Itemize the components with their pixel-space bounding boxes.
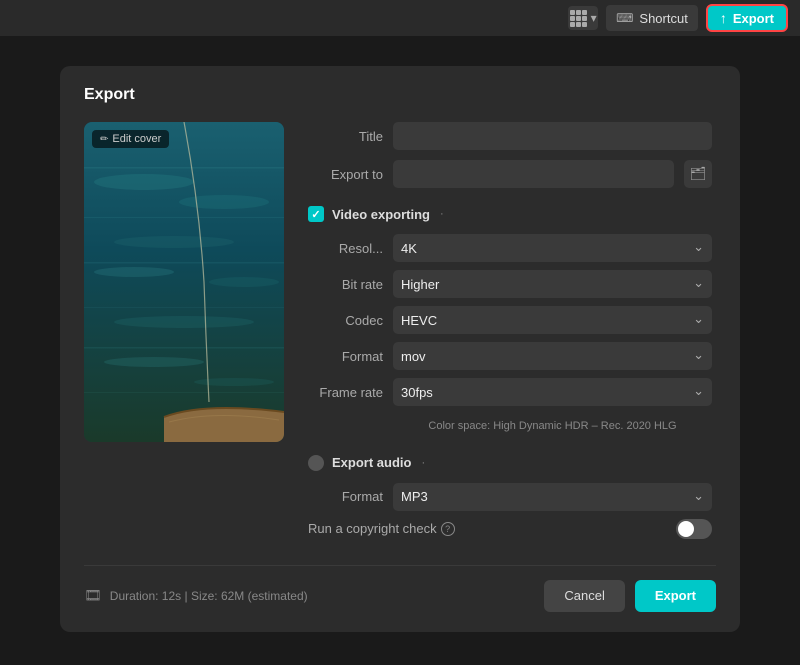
export-top-label: Export: [733, 11, 774, 26]
resolution-label: Resol...: [308, 241, 383, 256]
top-bar: ▾ ⌨ Shortcut ↑ Export: [0, 0, 800, 36]
export-to-label: Export to: [308, 167, 383, 182]
export-audio-section: Export audio ·: [308, 455, 712, 471]
framerate-label: Frame rate: [308, 385, 383, 400]
export-audio-toggle-circle[interactable]: [308, 455, 324, 471]
export-to-input[interactable]: [393, 160, 674, 188]
upload-icon: ↑: [720, 10, 727, 26]
codec-select[interactable]: HEVC: [393, 306, 712, 334]
pencil-icon: ✏: [100, 134, 108, 145]
color-space-text: Color space: High Dynamic HDR – Rec. 202…: [393, 418, 712, 435]
dialog-title: Export: [84, 86, 716, 104]
copyright-row: Run a copyright check ?: [308, 519, 712, 539]
video-exporting-label: Video exporting: [332, 207, 430, 222]
format-row: Format mov: [308, 342, 712, 370]
thumbnail-image: [84, 122, 284, 442]
export-audio-label: Export audio: [332, 455, 411, 470]
format-label: Format: [308, 349, 383, 364]
codec-label: Codec: [308, 313, 383, 328]
toggle-knob: [678, 521, 694, 537]
resolution-row: Resol... 4K: [308, 234, 712, 262]
export-dialog: Export ✏ Edit cover: [60, 66, 740, 632]
copyright-info-icon[interactable]: ?: [441, 522, 455, 536]
duration-info: 🎞 Duration: 12s | Size: 62M (estimated): [84, 587, 308, 604]
grid-view-button[interactable]: ▾: [568, 6, 598, 30]
codec-row: Codec HEVC: [308, 306, 712, 334]
audio-format-dropdown-wrapper: MP3: [393, 483, 712, 511]
dialog-body: ✏ Edit cover: [84, 122, 716, 547]
checkmark-icon: ✓: [311, 208, 320, 221]
video-exporting-section: ✓ Video exporting ·: [308, 206, 712, 222]
format-dropdown-wrapper: mov: [393, 342, 712, 370]
video-exporting-checkbox[interactable]: ✓: [308, 206, 324, 222]
thumbnail-container: ✏ Edit cover: [84, 122, 284, 442]
title-input[interactable]: [393, 122, 712, 150]
shortcut-label: Shortcut: [639, 11, 687, 26]
audio-format-row: Format MP3: [308, 483, 712, 511]
export-to-row: Export to 🗂: [308, 160, 712, 188]
main-area: Export ✏ Edit cover: [0, 36, 800, 665]
bitrate-row: Bit rate Higher: [308, 270, 712, 298]
framerate-row: Frame rate 30fps: [308, 378, 712, 406]
edit-cover-label: Edit cover: [112, 133, 161, 145]
form-area: Title Export to 🗂 ✓ Video exporti: [308, 122, 716, 547]
title-row: Title: [308, 122, 712, 150]
dropdown-arrow-icon: ▾: [591, 11, 597, 25]
bitrate-dropdown-wrapper: Higher: [393, 270, 712, 298]
framerate-select[interactable]: 30fps: [393, 378, 712, 406]
grid-icon: [570, 10, 587, 27]
framerate-dropdown-wrapper: 30fps: [393, 378, 712, 406]
resolution-dropdown-wrapper: 4K: [393, 234, 712, 262]
copyright-toggle[interactable]: [676, 519, 712, 539]
folder-icon: 🗂: [690, 166, 707, 182]
keyboard-icon: ⌨: [616, 11, 633, 25]
export-top-button[interactable]: ↑ Export: [706, 4, 788, 32]
audio-format-select[interactable]: MP3: [393, 483, 712, 511]
film-icon: 🎞: [84, 587, 102, 604]
bottom-actions: Cancel Export: [544, 580, 716, 612]
shortcut-button[interactable]: ⌨ Shortcut: [606, 5, 698, 31]
export-audio-info: ·: [421, 457, 425, 469]
codec-dropdown-wrapper: HEVC: [393, 306, 712, 334]
export-button[interactable]: Export: [635, 580, 716, 612]
bitrate-select[interactable]: Higher: [393, 270, 712, 298]
video-exporting-info: ·: [440, 208, 444, 220]
format-select[interactable]: mov: [393, 342, 712, 370]
audio-format-label: Format: [308, 489, 383, 504]
duration-text: Duration: 12s | Size: 62M (estimated): [110, 589, 308, 603]
resolution-select[interactable]: 4K: [393, 234, 712, 262]
bitrate-label: Bit rate: [308, 277, 383, 292]
bottom-bar: 🎞 Duration: 12s | Size: 62M (estimated) …: [84, 565, 716, 612]
edit-cover-button[interactable]: ✏ Edit cover: [92, 130, 169, 148]
copyright-label: Run a copyright check ?: [308, 521, 455, 536]
title-label: Title: [308, 129, 383, 144]
folder-browse-button[interactable]: 🗂: [684, 160, 712, 188]
cancel-button[interactable]: Cancel: [544, 580, 624, 612]
thumbnail-area: ✏ Edit cover: [84, 122, 284, 547]
